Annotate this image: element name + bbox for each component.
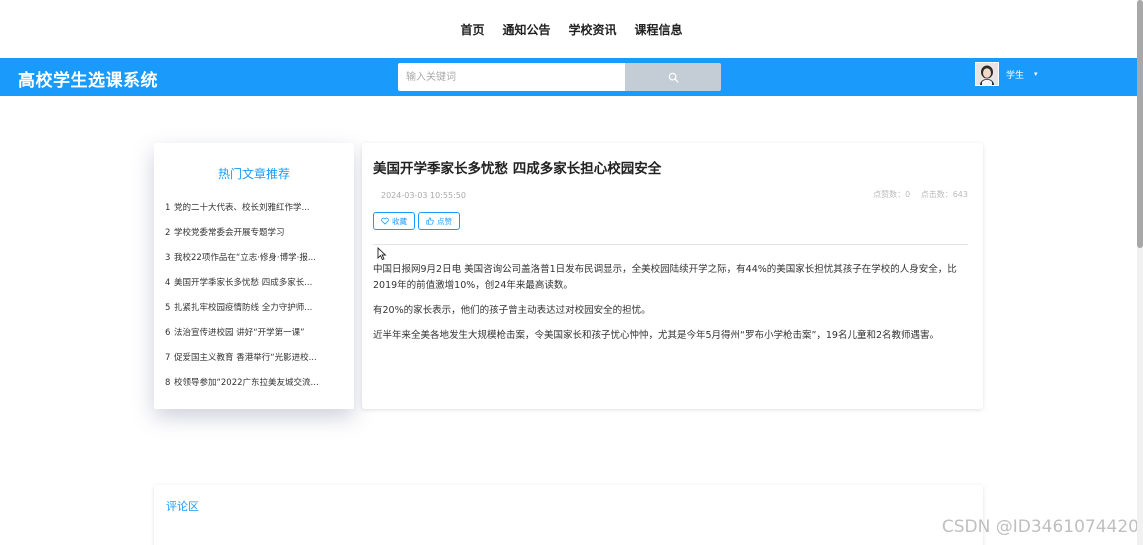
site-title: 高校学生选课系统 bbox=[18, 71, 158, 91]
heart-icon bbox=[381, 217, 389, 225]
top-nav: 首页 通知公告 学校资讯 课程信息 bbox=[0, 0, 1143, 58]
hot-article-item[interactable]: 8 校领导参加“2022广东拉美友城交流... bbox=[154, 371, 354, 396]
hot-article-item[interactable]: 6 法治宣传进校园 讲好“开学第一课” bbox=[154, 321, 354, 346]
search-icon bbox=[668, 72, 678, 82]
user-name: 学生 bbox=[1006, 70, 1025, 81]
nav-school-news[interactable]: 学校资讯 bbox=[569, 21, 617, 38]
click-count: 点击数：643 bbox=[920, 190, 968, 199]
article-paragraph: 近半年来全美各地发生大规模枪击案，令美国家长和孩子忧心忡忡，尤其是今年5月得州“… bbox=[373, 330, 940, 341]
hot-article-item[interactable]: 7 促爱国主义教育 香港举行“光影进校... bbox=[154, 346, 354, 371]
comment-title: 评论区 bbox=[166, 500, 199, 513]
hot-articles-title: 热门文章推荐 bbox=[217, 167, 290, 181]
search-input[interactable] bbox=[398, 63, 625, 91]
search-button[interactable] bbox=[625, 63, 721, 91]
article-card: 美国开学季家长多忧愁 四成多家长担心校园安全 2024-03-03 10:55:… bbox=[362, 143, 983, 409]
hot-article-item[interactable]: 3 我校22项作品在“立志·修身·博学·报... bbox=[154, 246, 354, 271]
hot-articles-panel: 热门文章推荐 1 党的二十大代表、校长刘雅红作学... 2 学校党委常委会开展专题学… bbox=[154, 143, 354, 409]
scrollbar[interactable] bbox=[1137, 0, 1143, 545]
nav-course-info[interactable]: 课程信息 bbox=[635, 21, 683, 38]
article-title: 美国开学季家长多忧愁 四成多家长担心校园安全 bbox=[373, 161, 662, 177]
scrollbar-thumb[interactable] bbox=[1137, 0, 1143, 248]
header-bar: 高校学生选课系统 学生 ▾ bbox=[0, 58, 1137, 96]
article-date: 2024-03-03 10:55:50 bbox=[381, 191, 466, 200]
nav-home[interactable]: 首页 bbox=[460, 21, 484, 38]
avatar bbox=[975, 62, 999, 86]
user-menu[interactable]: 学生 ▾ bbox=[975, 62, 1038, 86]
hot-article-item[interactable]: 5 扎紧扎牢校园疫情防线 全力守护师... bbox=[154, 296, 354, 321]
like-count: 点赞数：0 bbox=[873, 190, 911, 199]
hot-article-item[interactable]: 1 党的二十大代表、校长刘雅红作学... bbox=[154, 196, 354, 221]
hot-articles-list: 1 党的二十大代表、校长刘雅红作学... 2 学校党委常委会开展专题学习 3 我校22… bbox=[154, 196, 354, 396]
hot-article-item[interactable]: 2 学校党委常委会开展专题学习 bbox=[154, 221, 354, 246]
article-stats: 点赞数：0 点击数：643 bbox=[865, 189, 968, 200]
comment-section: 评论区 bbox=[154, 485, 983, 545]
hot-article-item[interactable]: 4 美国开学季家长多忧愁 四成多家长... bbox=[154, 271, 354, 296]
favorite-button[interactable]: 收藏 bbox=[373, 212, 415, 230]
mouse-cursor-icon bbox=[377, 247, 387, 261]
divider bbox=[373, 244, 968, 245]
thumbs-up-icon bbox=[426, 217, 434, 225]
watermark: CSDN @ID3461074420 bbox=[941, 517, 1139, 537]
nav-notices[interactable]: 通知公告 bbox=[502, 21, 550, 38]
like-button[interactable]: 点赞 bbox=[418, 212, 460, 230]
chevron-down-icon: ▾ bbox=[1034, 70, 1038, 78]
page: 首页 通知公告 学校资讯 课程信息 高校学生选课系统 输入关键词 学生 ▾ 热门… bbox=[0, 0, 1143, 545]
article-content: 中国日报网9月2日电 美国咨询公司盖洛普1日发布民调显示，全美校园陆续开学之际，… bbox=[373, 262, 969, 353]
article-paragraph: 有20%的家长表示，他们的孩子曾主动表达过对校园安全的担忧。 bbox=[373, 305, 651, 316]
article-paragraph: 中国日报网9月2日电 美国咨询公司盖洛普1日发布民调显示，全美校园陆续开学之际，… bbox=[373, 264, 957, 291]
search-box bbox=[398, 63, 721, 91]
article-actions: 收藏 点赞 bbox=[373, 212, 460, 230]
